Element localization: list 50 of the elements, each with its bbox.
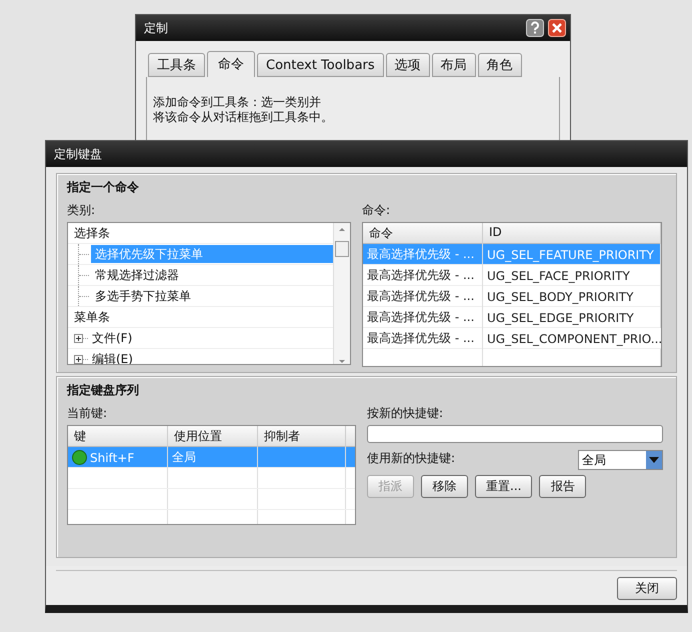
window-title: 定制键盘 [54,146,103,162]
tree-item[interactable]: 文件(F) [88,329,136,347]
section-title: 指定键盘序列 [67,382,140,399]
section-title: 指定一个命令 [67,179,140,196]
table-cell: Shift+F [90,450,134,464]
table-cell: 最高选择优先级 - ... [367,330,474,347]
tree-item[interactable]: 菜单条 [70,308,114,326]
tab[interactable]: 选项 [386,53,430,77]
action-button[interactable]: 移除 [421,475,468,498]
instruction-text: 添加命令到工具条：选一类别并 [153,95,322,110]
table-cell: 最高选择优先级 - ... [367,267,474,284]
status-dot-icon [72,450,87,465]
field-label: 使用新的快捷键: [367,450,456,467]
table-row[interactable]: 最高选择优先级 - ... UG_SEL_FACE_PRIORITY [363,265,661,286]
close-icon[interactable] [548,19,566,37]
table-cell: UG_SEL_BODY_PRIORITY [487,290,634,304]
expand-icon[interactable] [74,334,88,342]
tree-item[interactable]: 常规选择过滤器 [91,266,183,284]
tab[interactable]: Context Toolbars [257,53,384,77]
shortcut-field[interactable] [367,425,664,443]
table-row[interactable]: 最高选择优先级 - ... UG_SEL_BODY_PRIORITY [363,286,661,307]
tab[interactable]: 工具条 [148,53,205,77]
instruction-text: 将该命令从对话框拖到工具条中。 [153,110,334,125]
table-cell: UG_SEL_FACE_PRIORITY [487,268,630,282]
expand-icon[interactable] [74,354,88,364]
field-label: 命令: [362,202,392,219]
field-label: 按新的快捷键: [367,405,444,422]
field-label: 类别: [67,202,96,219]
table-cell: 最高选择优先级 - ... [367,288,474,305]
tab[interactable]: 布局 [432,53,476,77]
scrollbar[interactable] [333,223,350,364]
table-cell: UG_SEL_EDGE_PRIORITY [487,310,634,324]
action-button[interactable]: 报告 [539,475,586,498]
field-label: 当前键: [67,405,108,422]
scope-dropdown[interactable]: 全局 [578,450,664,470]
window-title: 定制 [144,20,169,36]
help-icon[interactable] [526,19,544,37]
action-button[interactable]: 重置... [475,475,532,498]
table-cell: UG_SEL_FEATURE_PRIORITY [487,248,654,262]
table-cell: 全局 [172,449,196,466]
tab[interactable]: 角色 [478,53,522,77]
table-cell: 最高选择优先级 - ... [367,309,474,326]
tab[interactable]: 命令 [207,51,255,77]
tree-item[interactable]: 选择条 [70,224,114,242]
table-row[interactable]: 最高选择优先级 - ... UG_SEL_COMPONENT_PRIO... [363,328,661,349]
table-cell: 最高选择优先级 - ... [367,246,474,263]
close-button[interactable]: 关闭 [617,576,677,600]
table-cell: UG_SEL_COMPONENT_PRIO... [487,332,661,346]
table-row[interactable]: 最高选择优先级 - ... UG_SEL_EDGE_PRIORITY [363,307,661,328]
tree-item[interactable]: 多选手势下拉菜单 [91,287,195,305]
